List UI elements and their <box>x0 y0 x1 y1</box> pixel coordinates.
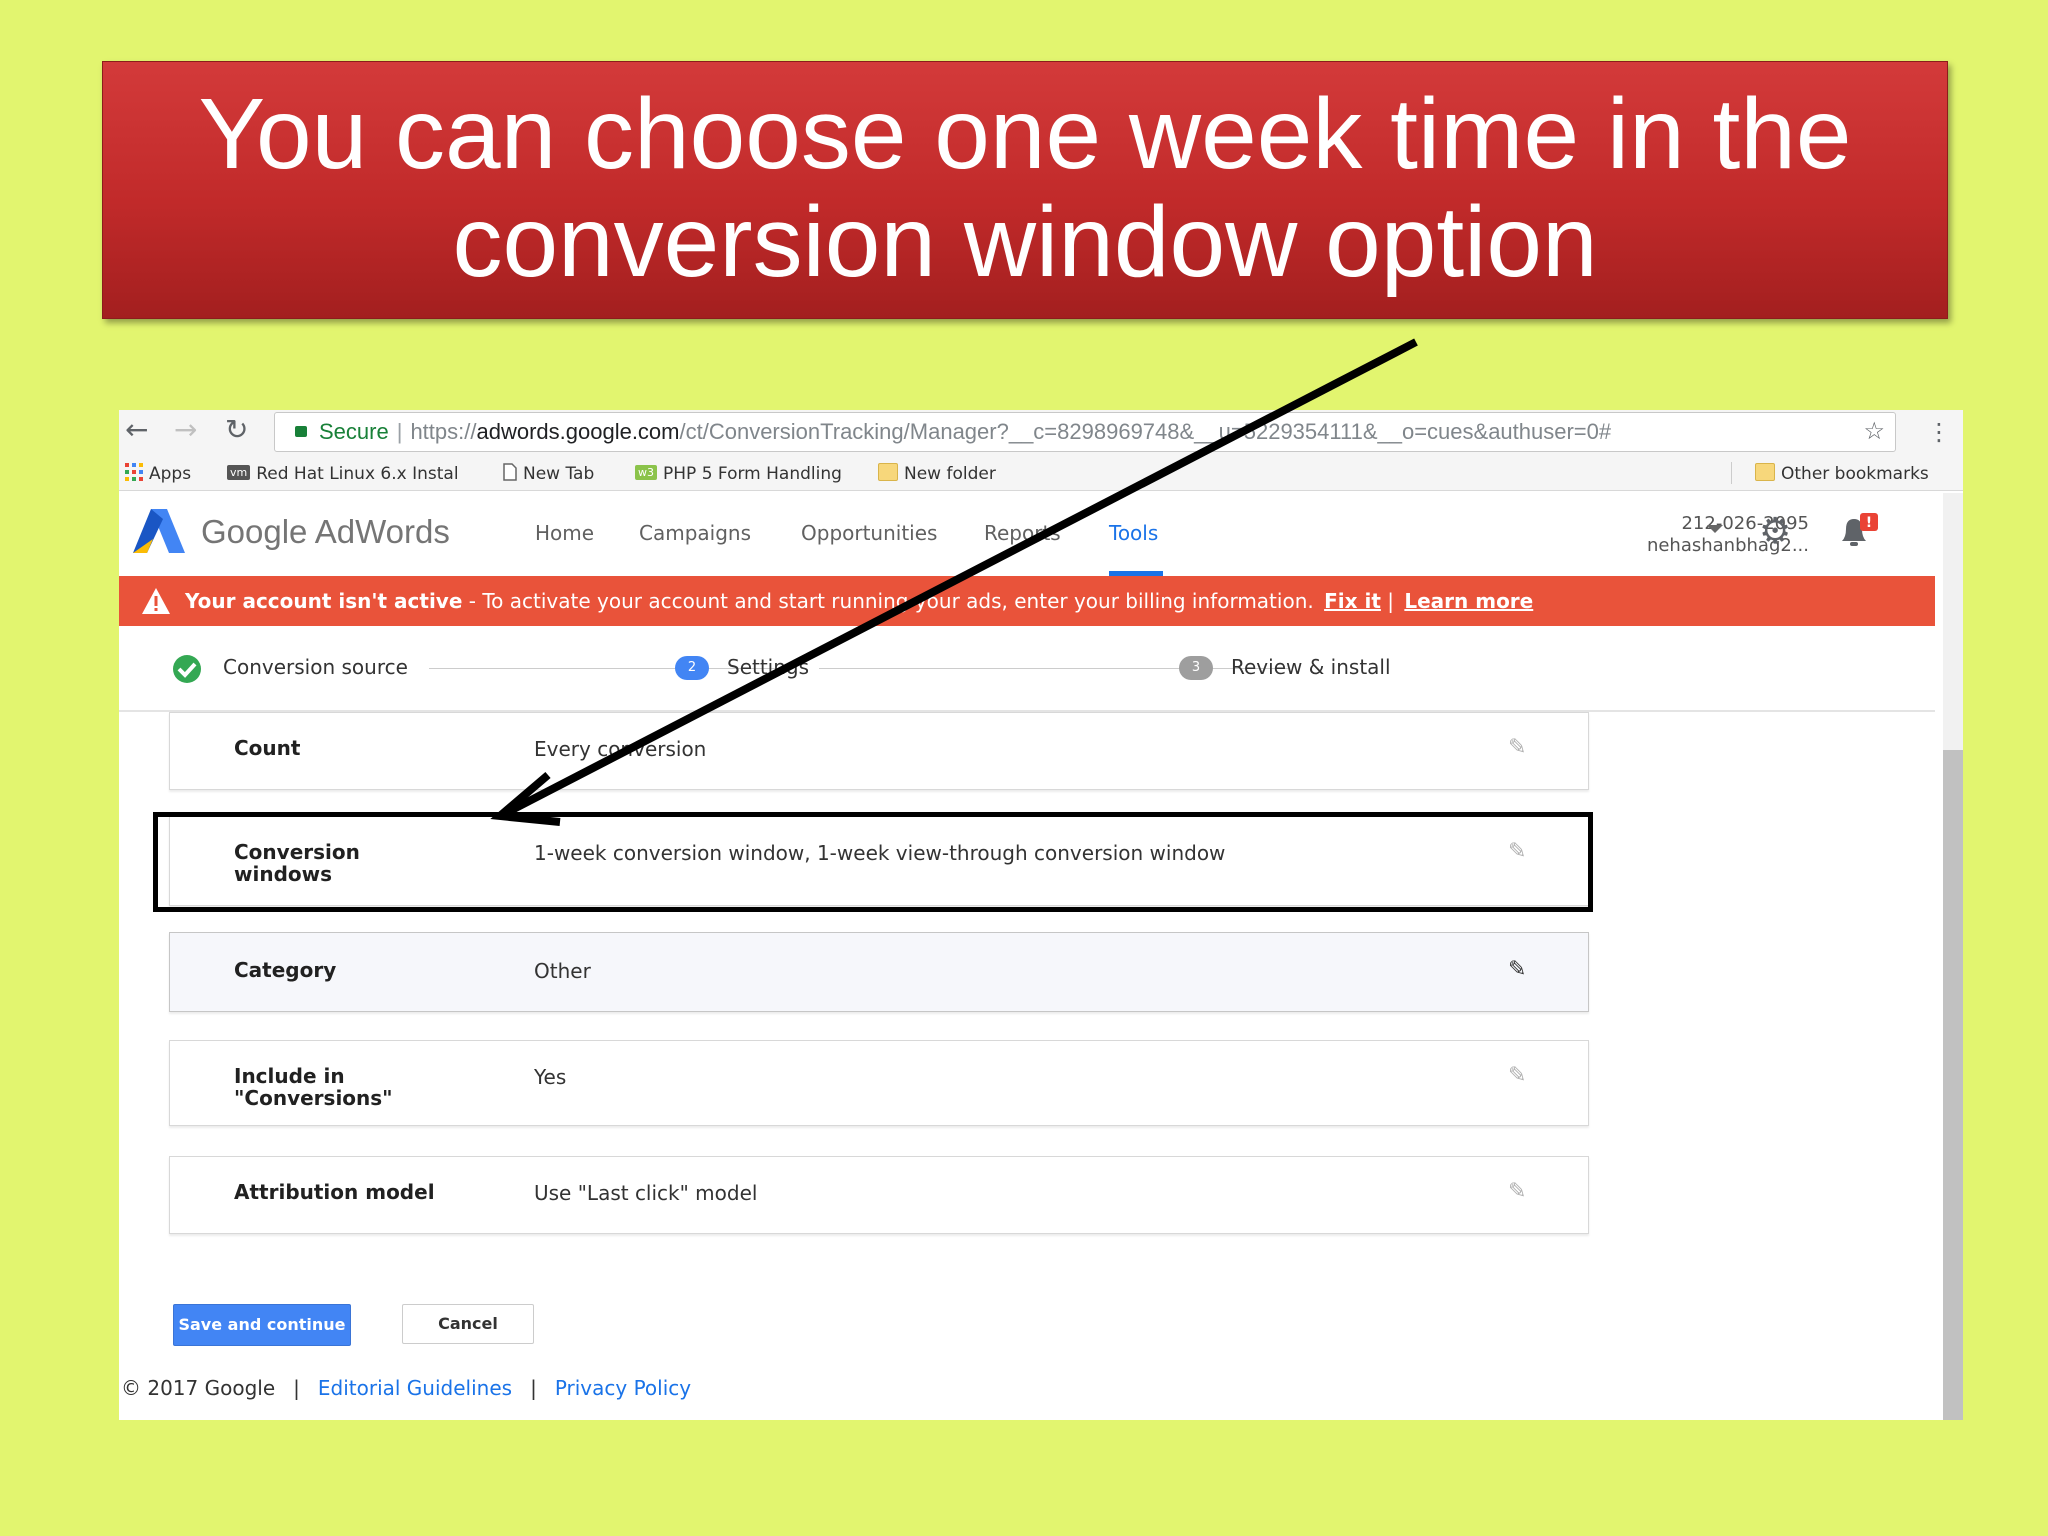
adwords-logo-icon <box>133 509 185 553</box>
setting-row-include-in-conversions[interactable]: Include in "Conversions" Yes ✎ <box>169 1040 1589 1126</box>
warning-icon <box>142 588 170 614</box>
url-scheme: https:// <box>410 419 477 444</box>
url-host: adwords.google.com <box>476 419 680 444</box>
step-number-3: 3 <box>1179 656 1213 680</box>
setting-label: Attribution model <box>234 1180 435 1204</box>
setting-label: Include in "Conversions" <box>234 1064 393 1110</box>
bookmark-label: PHP 5 Form Handling <box>663 464 842 484</box>
setting-label: Count <box>234 736 301 760</box>
setting-label: Category <box>234 958 337 982</box>
back-arrow-icon[interactable]: ← <box>125 416 148 444</box>
edit-pencil-icon[interactable]: ✎ <box>1508 1063 1526 1088</box>
secure-label: Secure <box>319 419 389 444</box>
bookmark-new-tab[interactable]: New Tab <box>503 463 595 484</box>
bookmark-redhat[interactable]: vm Red Hat Linux 6.x Instal <box>227 464 459 484</box>
lock-icon <box>295 425 307 437</box>
save-and-continue-button[interactable]: Save and continue <box>173 1304 351 1346</box>
edit-pencil-icon[interactable]: ✎ <box>1508 957 1526 982</box>
copyright: © 2017 Google <box>121 1376 276 1400</box>
page-icon <box>503 463 517 481</box>
forward-arrow-icon[interactable]: → <box>174 416 197 444</box>
nav-reports[interactable]: Reports <box>984 521 1061 545</box>
setting-value: Use "Last click" model <box>534 1181 758 1205</box>
bookmarks-divider <box>1731 462 1732 484</box>
url-path: /ct/ConversionTracking/Manager?__c=82989… <box>679 419 1612 444</box>
cancel-button[interactable]: Cancel <box>402 1304 534 1344</box>
gear-icon[interactable]: ⚙ <box>1759 511 1791 552</box>
highlight-box <box>153 812 1593 912</box>
adwords-header: Google AdWords Home Campaigns Opportunit… <box>119 491 1963 576</box>
browser-screenshot: ← → ↻ Secure | https://adwords.google.com/… <box>119 410 1963 1420</box>
browser-menu-icon[interactable]: ⋮ <box>1927 418 1951 446</box>
w3-icon: w3 <box>635 464 657 480</box>
footer-separator: | <box>530 1376 537 1400</box>
nav-campaigns[interactable]: Campaigns <box>639 521 751 545</box>
setting-row-category[interactable]: Category Other ✎ <box>169 932 1589 1012</box>
other-bookmarks[interactable]: Other bookmarks <box>1755 463 1929 484</box>
address-bar[interactable]: Secure | https://adwords.google.com/ct/Con… <box>274 412 1896 452</box>
bookmark-new-folder[interactable]: New folder <box>878 463 996 484</box>
bookmark-label: Red Hat Linux 6.x Instal <box>256 464 459 484</box>
apps-grid-icon <box>125 463 143 481</box>
nav-home[interactable]: Home <box>535 521 594 545</box>
nav-tools[interactable]: Tools <box>1109 521 1158 545</box>
step-settings: Settings <box>727 655 810 679</box>
page-footer: © 2017 Google | Editorial Guidelines | Priva… <box>121 1376 691 1400</box>
notification-badge: ! <box>1866 515 1872 531</box>
bookmarks-bar: Apps vm Red Hat Linux 6.x Instal New Tab … <box>119 456 1963 491</box>
slide-title-banner: You can choose one week time in the conv… <box>102 61 1948 319</box>
browser-toolbar: ← → ↻ Secure | https://adwords.google.com/… <box>119 410 1963 456</box>
step-number-2: 2 <box>675 656 709 680</box>
account-user[interactable]: nehashanbhag2... <box>1469 535 1809 556</box>
footer-separator: | <box>293 1376 300 1400</box>
folder-icon <box>878 463 898 481</box>
bookmark-apps[interactable]: Apps <box>125 463 192 484</box>
editorial-guidelines-link[interactable]: Editorial Guidelines <box>318 1376 512 1400</box>
alert-separator: | <box>1387 589 1394 613</box>
bookmark-label: Apps <box>149 464 192 484</box>
step-conversion-source: Conversion source <box>223 655 408 679</box>
bookmark-php[interactable]: w3 PHP 5 Form Handling <box>635 464 842 484</box>
folder-icon <box>1755 463 1775 481</box>
nav-opportunities[interactable]: Opportunities <box>801 521 937 545</box>
check-circle-icon <box>173 655 201 683</box>
edit-pencil-icon[interactable]: ✎ <box>1508 1179 1526 1204</box>
step-review-install: Review & install <box>1231 655 1391 679</box>
setting-row-attribution-model[interactable]: Attribution model Use "Last click" model… <box>169 1156 1589 1234</box>
step-connector <box>819 668 1289 669</box>
alert-message: - To activate your account and start run… <box>462 589 1314 613</box>
setting-value: Other <box>534 959 591 983</box>
setting-value: Yes <box>534 1065 567 1089</box>
setting-value: Every conversion <box>534 737 707 761</box>
bookmark-label: New Tab <box>523 464 595 484</box>
other-bookmarks-label: Other bookmarks <box>1781 464 1929 484</box>
bookmark-star-icon[interactable]: ☆ <box>1863 413 1885 451</box>
notification-bell-icon[interactable]: ! <box>1836 511 1880 551</box>
account-inactive-banner: Your account isn't active - To activate … <box>119 576 1935 626</box>
scrollbar-thumb[interactable] <box>1943 750 1963 1420</box>
progress-stepper: Conversion source 2 Settings 3 Review & … <box>119 626 1935 712</box>
bookmark-label: New folder <box>904 464 996 484</box>
setting-row-count[interactable]: Count Every conversion ✎ <box>169 712 1589 790</box>
privacy-policy-link[interactable]: Privacy Policy <box>555 1376 691 1400</box>
alert-text: Your account isn't active - To activate … <box>185 576 1533 626</box>
vm-icon: vm <box>227 464 251 480</box>
account-dropdown-icon[interactable] <box>1707 525 1723 533</box>
learn-more-link[interactable]: Learn more <box>1404 589 1533 613</box>
fix-it-link[interactable]: Fix it <box>1324 589 1381 613</box>
account-phone[interactable]: 212-026-2095 <box>1469 513 1809 534</box>
slide-title-line-1: You can choose one week time in the <box>198 78 1852 190</box>
reload-icon[interactable]: ↻ <box>225 416 248 444</box>
adwords-logo-text: Google AdWords <box>201 513 450 550</box>
slide-title-line-2: conversion window option <box>452 186 1598 298</box>
edit-pencil-icon[interactable]: ✎ <box>1508 735 1526 760</box>
alert-bold-text: Your account isn't active <box>185 589 463 613</box>
